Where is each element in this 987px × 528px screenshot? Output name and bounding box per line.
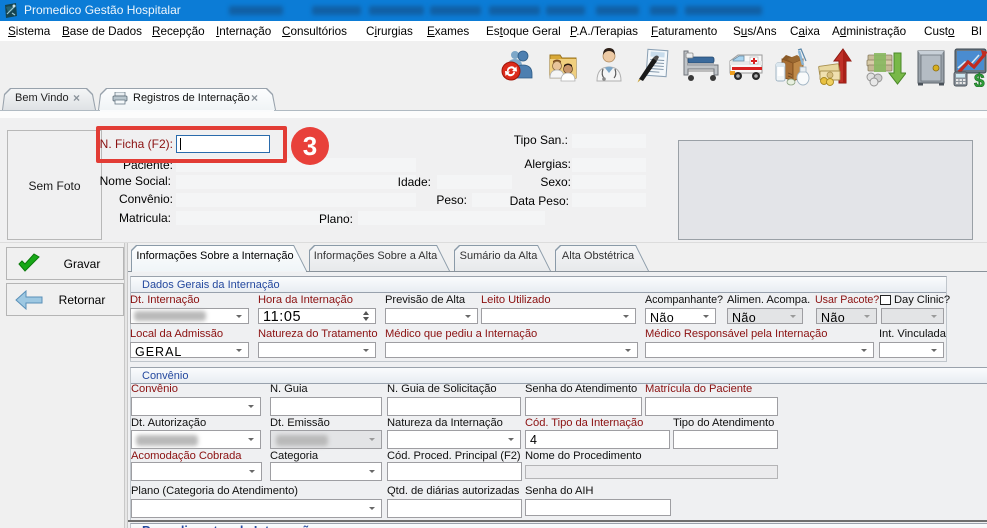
svg-text:$: $	[974, 71, 985, 87]
